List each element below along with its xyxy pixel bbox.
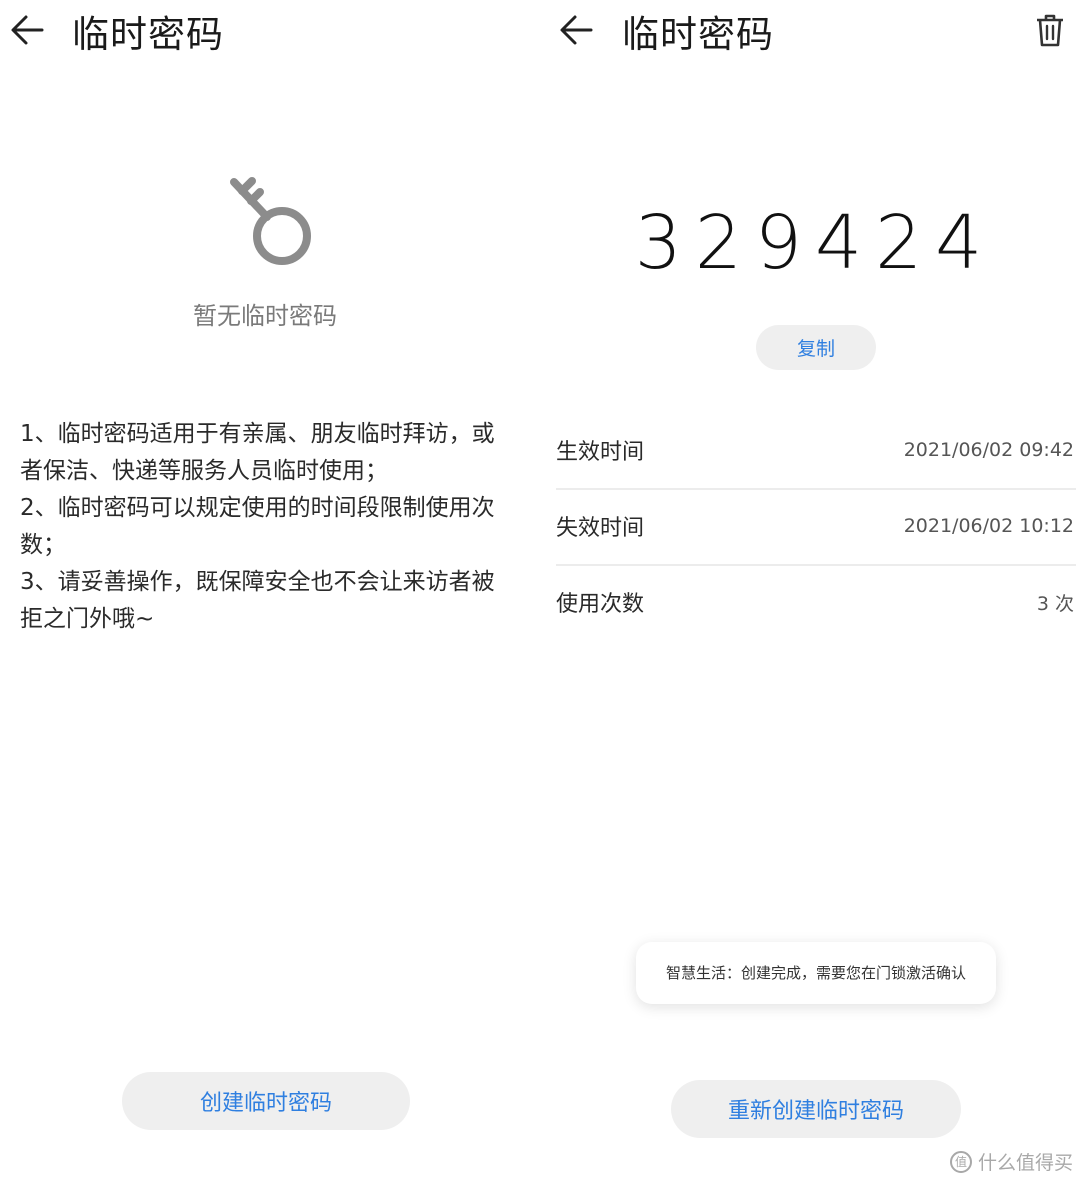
toast-message: 智慧生活：创建完成，需要您在门锁激活确认 — [636, 942, 996, 1004]
recreate-temp-password-button[interactable]: 重新创建临时密码 — [671, 1080, 961, 1138]
instruction-item: 2、临时密码可以规定使用的时间段限制使用次数； — [20, 495, 495, 558]
arrow-left-icon — [560, 15, 593, 45]
info-label: 使用次数 — [556, 592, 645, 617]
temp-password-code: 329424 — [634, 200, 996, 286]
info-label: 生效时间 — [556, 440, 645, 465]
info-row-usage-count: 使用次数 3 次 — [556, 564, 1076, 640]
watermark: 值 什么值得买 — [950, 1148, 1073, 1175]
instruction-item: 3、请妥善操作，既保障安全也不会让来访者被拒之门外哦~ — [20, 569, 495, 632]
info-value: 2021/06/02 10:12 — [903, 515, 1074, 537]
back-button[interactable] — [8, 10, 48, 50]
empty-state-text: 暂无临时密码 — [193, 302, 337, 330]
info-value: 3 次 — [1036, 592, 1074, 615]
arrow-left-icon — [11, 15, 44, 45]
password-detail-screen: 临时密码 329424 复制 生效时间 2021/06/02 09:42 失效时… — [540, 0, 1080, 1185]
instructions: 1、临时密码适用于有亲属、朋友临时拜访，或者保洁、快递等服务人员临时使用； 2、… — [20, 416, 505, 638]
trash-icon — [1037, 14, 1063, 47]
info-value: 2021/06/02 09:42 — [903, 439, 1074, 461]
instruction-item: 1、临时密码适用于有亲属、朋友临时拜访，或者保洁、快递等服务人员临时使用； — [20, 421, 495, 484]
empty-state-screen: 临时密码 暂无临时密码 1、临时密码适用于有亲属、朋友临时拜访，或者保洁、快递等… — [0, 0, 540, 1185]
delete-button[interactable] — [1034, 12, 1066, 48]
create-temp-password-button[interactable]: 创建临时密码 — [122, 1072, 410, 1130]
copy-button[interactable]: 复制 — [756, 325, 876, 370]
page-title: 临时密码 — [622, 13, 774, 56]
page-title: 临时密码 — [72, 13, 224, 56]
info-row-end-time: 失效时间 2021/06/02 10:12 — [556, 488, 1076, 566]
watermark-logo-icon: 值 — [950, 1150, 972, 1173]
info-label: 失效时间 — [556, 516, 645, 541]
info-row-start-time: 生效时间 2021/06/02 09:42 — [556, 412, 1076, 490]
back-button[interactable] — [557, 10, 597, 50]
watermark-text: 什么值得买 — [978, 1152, 1074, 1174]
key-icon — [230, 177, 311, 265]
